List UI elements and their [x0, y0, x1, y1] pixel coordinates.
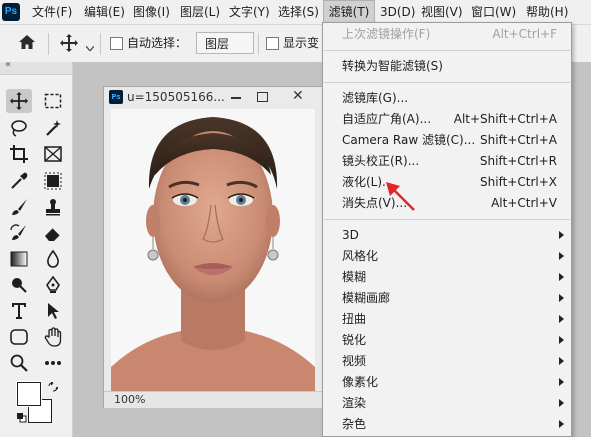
- document-status-bar: 100%: [104, 391, 322, 408]
- auto-select-value: 图层: [205, 37, 230, 51]
- menu-item-3d[interactable]: 3D: [342, 225, 570, 246]
- show-transform-label: 显示变: [283, 36, 320, 50]
- crop-tool-icon[interactable]: [6, 142, 32, 166]
- menu-window[interactable]: 窗口(W): [468, 0, 519, 24]
- auto-select-checkbox[interactable]: [110, 37, 123, 50]
- default-colors-icon[interactable]: [17, 412, 27, 426]
- annotation-arrow-icon: [384, 180, 420, 217]
- photoshop-logo: Ps: [2, 3, 20, 21]
- more-tools-icon[interactable]: [40, 351, 66, 375]
- menu-select[interactable]: 选择(S): [275, 0, 322, 24]
- tools-panel: «: [0, 59, 73, 437]
- menu-3d[interactable]: 3D(D): [377, 0, 418, 24]
- maximize-icon[interactable]: [257, 92, 268, 102]
- path-select-icon[interactable]: [40, 299, 66, 323]
- submenu-arrow-icon: [559, 252, 564, 260]
- menu-edit[interactable]: 编辑(E): [81, 0, 128, 24]
- auto-select-label: 自动选择：: [127, 36, 188, 50]
- filter-menu: 上次滤镜操作(F) Alt+Ctrl+F 转换为智能滤镜(S) 滤镜库(G)..…: [322, 22, 572, 437]
- blur-tool-icon[interactable]: [40, 247, 66, 271]
- foreground-color-swatch[interactable]: [17, 382, 41, 406]
- submenu-arrow-icon: [559, 420, 564, 428]
- submenu-arrow-icon: [559, 378, 564, 386]
- menu-item-filter-gallery[interactable]: 滤镜库(G)...: [342, 88, 570, 109]
- menu-filter[interactable]: 滤镜(T): [323, 0, 375, 24]
- marquee-tool-icon[interactable]: [40, 89, 66, 113]
- submenu-arrow-icon: [559, 357, 564, 365]
- submenu-arrow-icon: [559, 294, 564, 302]
- menu-item-liquify[interactable]: 液化(L)... Shift+Ctrl+X: [342, 172, 570, 193]
- menu-item-convert-smart-filters[interactable]: 转换为智能滤镜(S): [342, 56, 570, 77]
- move-tool-icon[interactable]: [6, 89, 32, 113]
- submenu-arrow-icon: [559, 399, 564, 407]
- gradient-tool-icon[interactable]: [6, 247, 32, 271]
- document-window[interactable]: Ps u=150505166... ✕ 100%: [103, 86, 323, 408]
- eraser-tool-icon[interactable]: [40, 221, 66, 245]
- lasso-tool-icon[interactable]: [6, 116, 32, 140]
- shape-tool-icon[interactable]: [6, 325, 32, 349]
- move-tool-icon[interactable]: [59, 34, 79, 55]
- minimize-icon[interactable]: [231, 97, 241, 99]
- menu-item-lens-correction[interactable]: 镜头校正(R)... Shift+Ctrl+R: [342, 151, 570, 172]
- zoom-tool-icon[interactable]: [6, 351, 32, 375]
- menu-help[interactable]: 帮助(H): [523, 0, 571, 24]
- menu-item-video[interactable]: 视频: [342, 351, 570, 372]
- menu-view[interactable]: 视图(V): [418, 0, 466, 24]
- magic-wand-icon[interactable]: [40, 116, 66, 140]
- submenu-arrow-icon: [559, 336, 564, 344]
- submenu-arrow-icon: [559, 273, 564, 281]
- menu-item-stylize[interactable]: 风格化: [342, 246, 570, 267]
- menu-item-vanishing-point[interactable]: 消失点(V)... Alt+Ctrl+V: [342, 193, 570, 214]
- frame-tool-icon[interactable]: [40, 142, 66, 166]
- menu-type[interactable]: 文字(Y): [226, 0, 273, 24]
- menu-item-adaptive-wide-angle[interactable]: 自适应广角(A)... Alt+Shift+Ctrl+A: [342, 109, 570, 130]
- menu-image[interactable]: 图像(I): [130, 0, 173, 24]
- zoom-level[interactable]: 100%: [114, 393, 145, 407]
- auto-select-dropdown[interactable]: 图层: [196, 32, 254, 54]
- menu-item-last-filter: 上次滤镜操作(F) Alt+Ctrl+F: [342, 27, 557, 41]
- dodge-tool-icon[interactable]: [6, 273, 32, 297]
- menu-item-noise[interactable]: 杂色: [342, 414, 570, 435]
- menu-item-blur[interactable]: 模糊: [342, 267, 570, 288]
- menu-layer[interactable]: 图层(L): [177, 0, 223, 24]
- stamp-tool-icon[interactable]: [40, 195, 66, 219]
- menu-item-camera-raw[interactable]: Camera Raw 滤镜(C)... Shift+Ctrl+A: [342, 130, 570, 151]
- frame-select-icon[interactable]: [40, 169, 66, 193]
- menu-item-blur-gallery[interactable]: 模糊画廊: [342, 288, 570, 309]
- chevron-down-icon[interactable]: [85, 40, 95, 54]
- type-tool-icon[interactable]: [6, 299, 32, 323]
- collapse-icon[interactable]: «: [5, 59, 11, 70]
- close-icon[interactable]: ✕: [292, 88, 304, 104]
- submenu-arrow-icon: [559, 315, 564, 323]
- submenu-arrow-icon: [559, 231, 564, 239]
- document-title: u=150505166...: [127, 90, 225, 104]
- history-brush-icon[interactable]: [6, 221, 32, 245]
- eyedropper-icon[interactable]: [6, 169, 32, 193]
- show-transform-checkbox[interactable]: [266, 37, 279, 50]
- hand-tool-icon[interactable]: [40, 325, 66, 349]
- menu-file[interactable]: 文件(F): [29, 0, 75, 24]
- home-icon[interactable]: [18, 34, 36, 53]
- portrait-image[interactable]: [111, 109, 315, 391]
- menu-item-distort[interactable]: 扭曲: [342, 309, 570, 330]
- document-titlebar[interactable]: Ps u=150505166... ✕: [104, 87, 322, 107]
- panel-header[interactable]: «: [0, 59, 72, 75]
- pen-tool-icon[interactable]: [40, 273, 66, 297]
- swap-colors-icon[interactable]: [48, 381, 59, 395]
- brush-tool-icon[interactable]: [6, 195, 32, 219]
- photoshop-doc-icon: Ps: [109, 90, 123, 104]
- menu-item-pixelate[interactable]: 像素化: [342, 372, 570, 393]
- menu-item-render[interactable]: 渲染: [342, 393, 570, 414]
- menu-item-sharpen[interactable]: 锐化: [342, 330, 570, 351]
